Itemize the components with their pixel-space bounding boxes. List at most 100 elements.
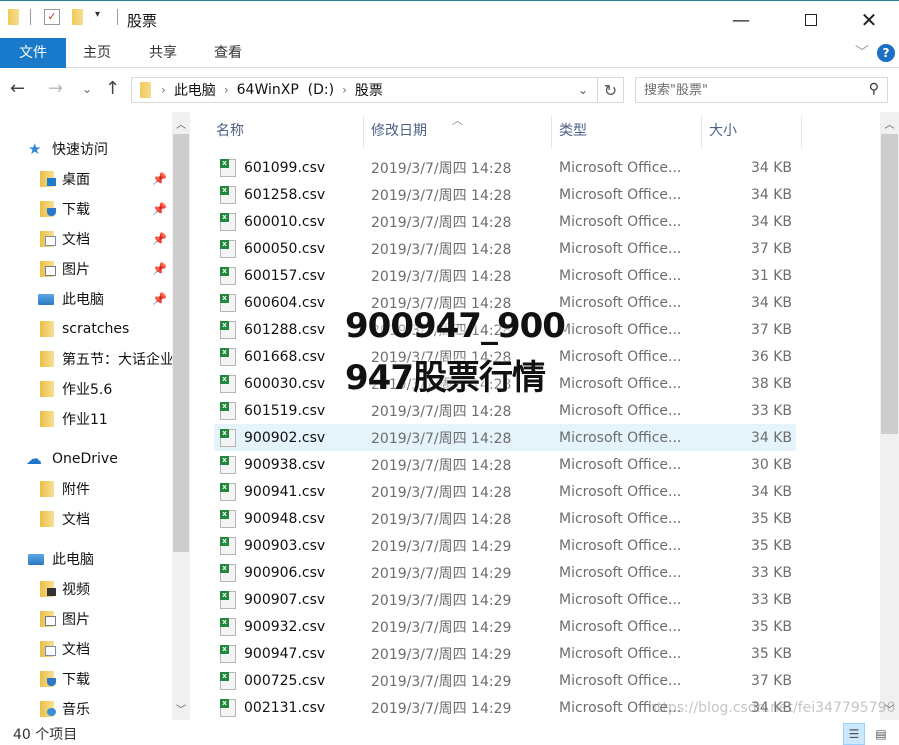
file-type: Microsoft Office... <box>559 348 682 365</box>
column-header-name[interactable]: 名称 <box>208 112 364 150</box>
nav-pc-pictures[interactable]: 图片 <box>40 604 190 634</box>
file-row[interactable]: 900947.csv 2019/3/7/周四 14:29 Microsoft Off… <box>214 640 796 667</box>
music-folder-icon <box>40 701 56 717</box>
nav-onedrive-attachments[interactable]: 附件 <box>40 474 190 504</box>
file-row[interactable]: 900907.csv 2019/3/7/周四 14:29 Microsoft Off… <box>214 586 796 613</box>
search-input[interactable] <box>636 78 856 102</box>
cloud-icon: ☁ <box>26 449 42 468</box>
nav-desktop[interactable]: 桌面 📌 <box>40 164 190 194</box>
file-row[interactable]: 900938.csv 2019/3/7/周四 14:28 Microsoft Off… <box>214 451 796 478</box>
quick-access-dropdown-icon[interactable]: ▾ <box>95 9 100 20</box>
nav-pictures[interactable]: 图片 📌 <box>40 254 190 284</box>
file-name: 900947.csv <box>244 645 326 662</box>
file-row[interactable]: 900932.csv 2019/3/7/周四 14:29 Microsoft Off… <box>214 613 796 640</box>
scrollbar-thumb[interactable] <box>881 134 898 434</box>
tab-view[interactable]: 查看 <box>203 38 253 68</box>
nav-documents[interactable]: 文档 📌 <box>40 224 190 254</box>
file-modified-date: 2019/3/7/周四 14:28 <box>371 214 512 231</box>
new-folder-icon[interactable] <box>72 9 83 25</box>
nav-this-pc-pinned[interactable]: 此电脑 📌 <box>38 284 190 314</box>
tab-share[interactable]: 共享 <box>138 38 188 68</box>
close-button[interactable]: ✕ <box>846 1 892 39</box>
chevron-right-icon[interactable]: › <box>224 83 229 97</box>
breadcrumb-drive[interactable]: 64WinXP (D:) <box>237 82 334 98</box>
pin-icon[interactable]: 📌 <box>152 232 167 246</box>
column-header-size[interactable]: 大小 <box>701 112 801 150</box>
file-size: 33 KB <box>750 402 792 419</box>
scroll-up-icon[interactable]: ︿ <box>880 116 899 131</box>
nav-folder-section5[interactable]: 第五节：大话企业 <box>40 344 172 374</box>
file-size: 37 KB <box>750 672 792 689</box>
maximize-button[interactable] <box>788 1 834 39</box>
details-view-button[interactable]: ☰ <box>843 723 865 745</box>
nav-onedrive[interactable]: ☁ OneDrive <box>26 444 190 474</box>
nav-pc-music[interactable]: 音乐 <box>40 694 190 720</box>
tab-file[interactable]: 文件 <box>0 38 66 68</box>
file-row[interactable]: 000725.csv 2019/3/7/周四 14:29 Microsoft Off… <box>214 667 796 694</box>
breadcrumb-current-folder[interactable]: 股票 <box>355 80 383 100</box>
nav-onedrive-documents[interactable]: 文档 <box>40 504 190 534</box>
nav-pc-documents[interactable]: 文档 <box>40 634 190 664</box>
up-button[interactable]: ↑ <box>105 78 120 99</box>
excel-csv-file-icon <box>220 401 236 420</box>
folder-icon <box>40 511 54 527</box>
tab-home[interactable]: 主页 <box>72 38 122 68</box>
folder-icon <box>40 411 54 427</box>
file-row[interactable]: 900906.csv 2019/3/7/周四 14:29 Microsoft Off… <box>214 559 796 586</box>
excel-csv-file-icon <box>220 617 236 636</box>
file-row[interactable]: 600157.csv 2019/3/7/周四 14:28 Microsoft Off… <box>214 262 796 289</box>
file-row[interactable]: 900948.csv 2019/3/7/周四 14:28 Microsoft Off… <box>214 505 796 532</box>
column-header-type[interactable]: 类型 <box>551 112 701 150</box>
pin-icon[interactable]: 📌 <box>152 172 167 186</box>
scrollbar-thumb[interactable] <box>173 134 189 552</box>
file-modified-date: 2019/3/7/周四 14:28 <box>371 160 512 177</box>
nav-this-pc[interactable]: 此电脑 <box>28 544 190 574</box>
chevron-right-icon[interactable]: › <box>161 83 166 97</box>
pin-icon[interactable]: 📌 <box>152 262 167 276</box>
nav-downloads[interactable]: 下载 📌 <box>40 194 190 224</box>
column-divider[interactable] <box>801 116 802 148</box>
file-size: 35 KB <box>750 645 792 662</box>
chevron-right-icon[interactable]: › <box>342 83 347 97</box>
nav-videos[interactable]: 视频 <box>40 574 190 604</box>
forward-button[interactable]: → <box>48 78 63 99</box>
file-row[interactable]: 601258.csv 2019/3/7/周四 14:28 Microsoft Off… <box>214 181 796 208</box>
nav-pc-downloads[interactable]: 下载 <box>40 664 190 694</box>
file-modified-date: 2019/3/7/周四 14:29 <box>371 538 512 555</box>
file-type: Microsoft Office... <box>559 645 682 662</box>
nav-folder-homework-5-6[interactable]: 作业5.6 <box>40 374 190 404</box>
file-row[interactable]: 600050.csv 2019/3/7/周四 14:28 Microsoft Off… <box>214 235 796 262</box>
refresh-button[interactable]: ↻ <box>598 77 624 103</box>
search-icon[interactable]: ⚲ <box>869 81 879 97</box>
expand-ribbon-icon[interactable]: ﹀ <box>855 42 869 62</box>
scroll-down-icon[interactable]: ﹀ <box>172 701 190 716</box>
file-size: 37 KB <box>750 240 792 257</box>
help-icon[interactable]: ? <box>877 44 895 62</box>
scroll-up-icon[interactable]: ︿ <box>172 116 190 131</box>
address-bar[interactable]: › 此电脑 › 64WinXP (D:) › 股票 <box>131 77 598 103</box>
excel-csv-file-icon <box>220 428 236 447</box>
file-row[interactable]: 600010.csv 2019/3/7/周四 14:28 Microsoft Off… <box>214 208 796 235</box>
recent-locations-icon[interactable]: ⌄ <box>82 82 92 96</box>
back-button[interactable]: ← <box>10 78 25 99</box>
column-header-date[interactable]: 修改日期 <box>363 112 551 150</box>
file-type: Microsoft Office... <box>559 159 682 176</box>
nav-pane-scrollbar[interactable]: ︿ ﹀ <box>172 112 190 720</box>
nav-folder-homework-11[interactable]: 作业11 <box>40 404 190 434</box>
excel-csv-file-icon <box>220 698 236 717</box>
properties-checkbox-icon[interactable]: ✓ <box>44 9 60 25</box>
file-row[interactable]: 601099.csv 2019/3/7/周四 14:28 Microsoft Off… <box>214 154 796 181</box>
breadcrumb-this-pc[interactable]: 此电脑 <box>174 80 216 100</box>
nav-folder-scratches[interactable]: scratches <box>40 314 190 344</box>
folder-icon <box>8 9 19 25</box>
large-icons-view-button[interactable]: ▤ <box>870 723 892 745</box>
file-list-scrollbar[interactable]: ︿ ﹀ <box>880 112 899 720</box>
nav-quick-access[interactable]: ★ 快速访问 <box>28 134 190 164</box>
file-row[interactable]: 900903.csv 2019/3/7/周四 14:29 Microsoft Off… <box>214 532 796 559</box>
address-history-dropdown-icon[interactable]: ⌄ <box>578 83 588 97</box>
minimize-button[interactable]: — <box>718 1 764 39</box>
pin-icon[interactable]: 📌 <box>152 292 167 306</box>
pin-icon[interactable]: 📌 <box>152 202 167 216</box>
file-row[interactable]: 900941.csv 2019/3/7/周四 14:28 Microsoft Off… <box>214 478 796 505</box>
file-row[interactable]: 900902.csv 2019/3/7/周四 14:28 Microsoft Off… <box>214 424 796 451</box>
